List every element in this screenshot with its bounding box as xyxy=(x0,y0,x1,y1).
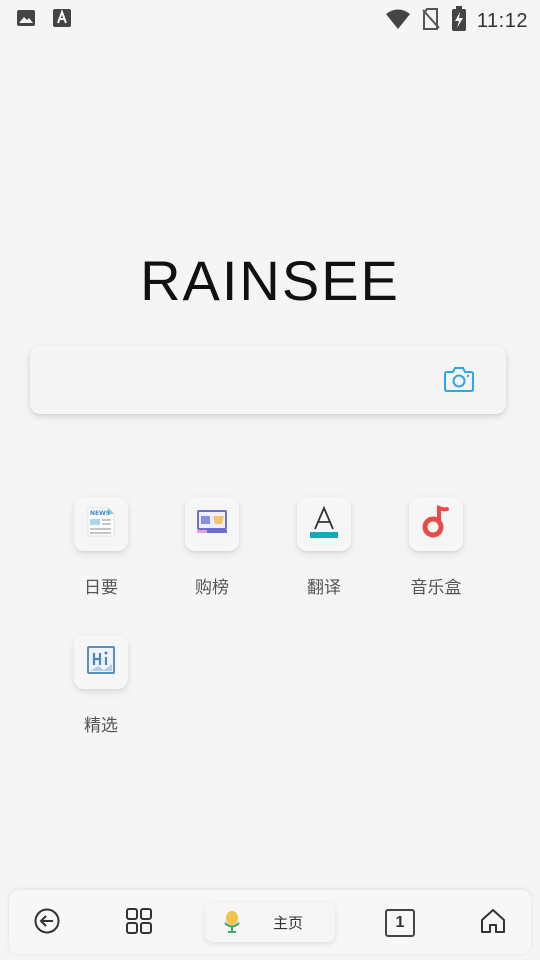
grid-menu-icon xyxy=(125,907,153,939)
music-note-icon xyxy=(420,505,452,543)
back-button[interactable] xyxy=(30,906,64,940)
menu-button[interactable] xyxy=(122,906,156,940)
status-bar: 11:12 xyxy=(0,0,540,36)
image-notification-icon xyxy=(16,8,36,32)
app-logo-text: RAINSEE xyxy=(140,249,400,312)
bottom-nav-bar: 主页 1 xyxy=(9,890,531,954)
home-button[interactable] xyxy=(476,906,510,940)
clock-time: 11:12 xyxy=(476,9,528,32)
tabs-button[interactable]: 1 xyxy=(383,906,417,940)
home-label: 主页 xyxy=(273,914,304,932)
microphone-icon xyxy=(221,910,243,938)
house-icon xyxy=(479,907,507,939)
shortcut-tile[interactable] xyxy=(74,635,128,689)
back-arrow-icon xyxy=(33,907,61,939)
shortcut-music-box[interactable]: 音乐盒 xyxy=(390,497,482,598)
shortcut-label: 日要 xyxy=(84,578,118,598)
home-voice-button[interactable]: 主页 xyxy=(205,902,335,942)
shortcut-tile[interactable] xyxy=(297,497,351,551)
shortcut-label: 精选 xyxy=(84,716,118,736)
search-box[interactable] xyxy=(30,346,506,414)
camera-icon xyxy=(443,365,475,397)
shortcut-label: 翻译 xyxy=(307,578,341,598)
shortcut-featured[interactable]: 精选 xyxy=(55,635,147,736)
shortcut-label: 音乐盒 xyxy=(410,578,462,598)
no-sim-icon xyxy=(421,7,441,35)
shortcut-tile[interactable]: NEWS xyxy=(74,497,128,551)
status-right: 11:12 xyxy=(385,6,528,36)
font-notification-icon xyxy=(52,8,72,32)
news-icon: NEWS xyxy=(84,505,118,543)
tab-count-badge: 1 xyxy=(385,909,415,937)
shortcut-daily-news[interactable]: NEWS 日要 xyxy=(55,497,147,598)
shortcut-tile[interactable] xyxy=(409,497,463,551)
battery-charging-icon xyxy=(451,6,467,36)
wifi-icon xyxy=(385,8,411,34)
status-left xyxy=(16,8,72,32)
shortcut-shopping-rank[interactable]: 购榜 xyxy=(166,497,258,598)
shortcut-tile[interactable] xyxy=(185,497,239,551)
shortcut-translate[interactable]: 翻译 xyxy=(278,497,370,598)
svg-text:NEWS: NEWS xyxy=(90,510,110,517)
hi-picks-icon xyxy=(85,644,117,680)
search-input[interactable] xyxy=(46,360,430,402)
shortcut-label: 购榜 xyxy=(195,578,229,598)
shopping-rank-icon xyxy=(195,507,229,541)
translate-icon xyxy=(307,505,341,543)
camera-search-button[interactable] xyxy=(442,366,476,396)
